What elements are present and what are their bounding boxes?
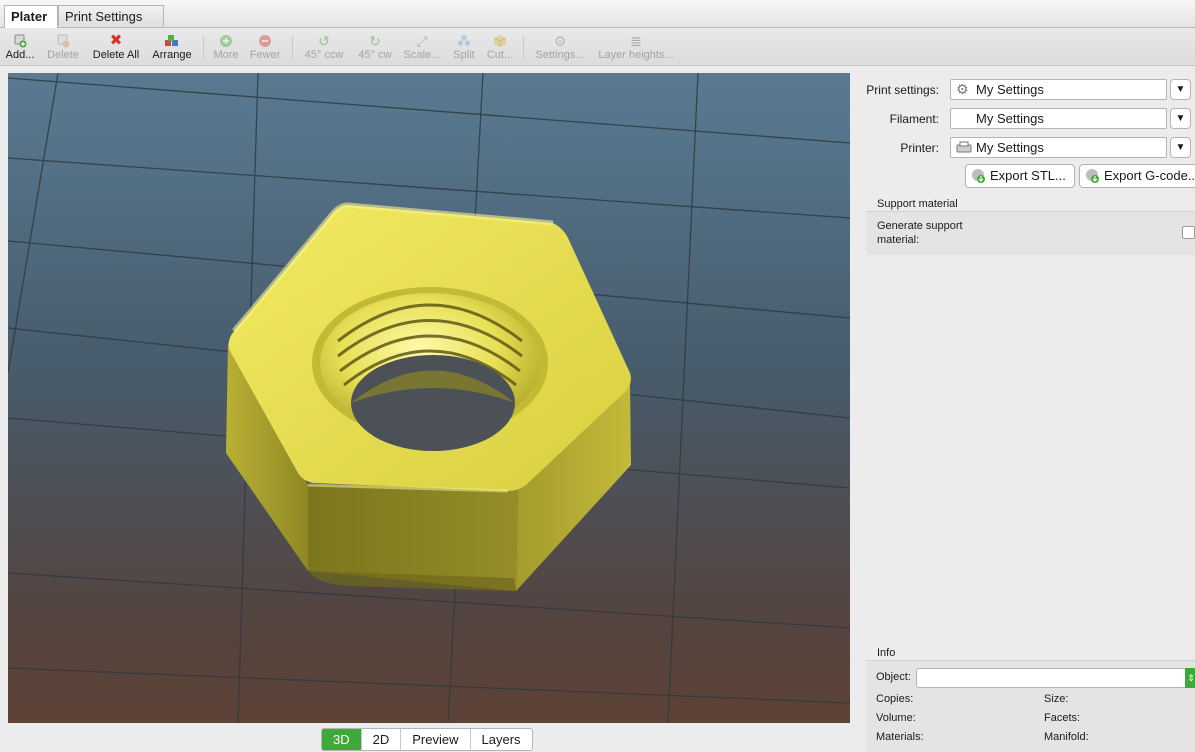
chevron-down-icon: ▼ [1175,84,1186,95]
viewport-canvas [8,73,850,723]
tab-preview[interactable]: Preview [401,729,471,750]
printer-select[interactable]: My Settings [950,137,1167,158]
print-settings-select[interactable]: ⚙ My Settings [950,79,1167,100]
cut-button[interactable]: Cut... [484,28,516,65]
object-label: Object: [876,671,911,683]
more-button[interactable]: More [210,28,242,65]
filament-label: Filament: [889,112,939,126]
printer-label: Printer: [900,141,939,155]
support-material-title: Support material [877,198,958,210]
info-title: Info [877,647,896,659]
print-settings-label: Print settings: [866,83,939,97]
generate-support-label: Generate support [877,220,963,232]
delete-button[interactable]: Delete [44,28,82,65]
plater-toolbar: Add... Delete ✖ Delete All Arrange More … [0,28,1195,66]
tab-3d[interactable]: 3D [322,729,362,750]
gear-icon: ⚙ [956,81,969,97]
settings-button[interactable]: ⚙ Settings... [532,28,588,65]
add-icon [12,34,28,48]
chevron-down-icon: ▼ [1175,113,1186,124]
arrange-button[interactable]: Arrange [149,28,195,65]
facets-label: Facets: [1044,712,1081,724]
printer-dropdown[interactable]: ▼ [1170,137,1191,158]
settings-icon: ⚙ [553,33,567,49]
toolbar-separator [292,36,293,60]
split-icon: ⁂ [457,33,471,49]
export-icon [971,168,987,184]
object-select[interactable] [916,668,1191,688]
support-material-panel [866,211,1195,255]
filament-dropdown[interactable]: ▼ [1170,108,1191,129]
export-gcode-button[interactable]: Export G-code... [1079,164,1195,188]
scale-button[interactable]: ⤢ Scale... [402,28,442,65]
main-tab-strip: Plater Print Settings [0,0,1195,28]
filament-select[interactable]: My Settings [950,108,1167,129]
toolbar-separator [523,36,524,60]
arrange-icon [164,34,180,48]
object-dropdown[interactable]: ⇕ [1185,668,1195,688]
printer-icon [956,140,972,155]
export-icon [1085,168,1101,184]
rotate-cw-icon: ↻ [369,33,381,49]
view-mode-tabs: 3D 2D Preview Layers [321,728,533,751]
tab-print-settings[interactable]: Print Settings [58,5,164,26]
rotate-ccw-icon: ↺ [318,33,330,49]
layer-heights-button[interactable]: ≣ Layer heights... [595,28,677,65]
generate-support-label-2: material: [877,234,920,246]
add-button[interactable]: Add... [4,28,36,65]
manifold-label: Manifold: [1044,731,1089,743]
scale-icon: ⤢ [416,33,428,49]
generate-support-checkbox[interactable] [1182,226,1195,239]
tab-layers[interactable]: Layers [471,729,532,750]
materials-label: Materials: [876,731,924,743]
delete-icon [55,34,71,48]
export-stl-button[interactable]: Export STL... [965,164,1075,188]
size-label: Size: [1044,693,1069,705]
tab-2d[interactable]: 2D [362,729,402,750]
print-settings-dropdown[interactable]: ▼ [1170,79,1191,100]
split-button[interactable]: ⁂ Split [448,28,480,65]
rotate-ccw-button[interactable]: ↺ 45° ccw [299,28,349,65]
volume-label: Volume: [876,712,916,724]
toolbar-separator [203,36,204,60]
chevron-down-icon: ▼ [1175,142,1186,153]
hex-nut-model [226,202,631,591]
fewer-button[interactable]: Fewer [247,28,283,65]
tab-plater[interactable]: Plater [4,5,58,28]
chevron-updown-icon: ⇕ [1187,673,1195,683]
copies-label: Copies: [876,693,914,705]
delete-all-button[interactable]: ✖ Delete All [88,28,144,65]
3d-viewport[interactable] [8,73,850,723]
fewer-icon [257,34,273,48]
more-icon [218,34,234,48]
cut-icon [492,34,508,48]
layer-heights-icon: ≣ [630,33,642,49]
delete-all-icon: ✖ [109,32,123,49]
rotate-cw-button[interactable]: ↻ 45° cw [354,28,396,65]
